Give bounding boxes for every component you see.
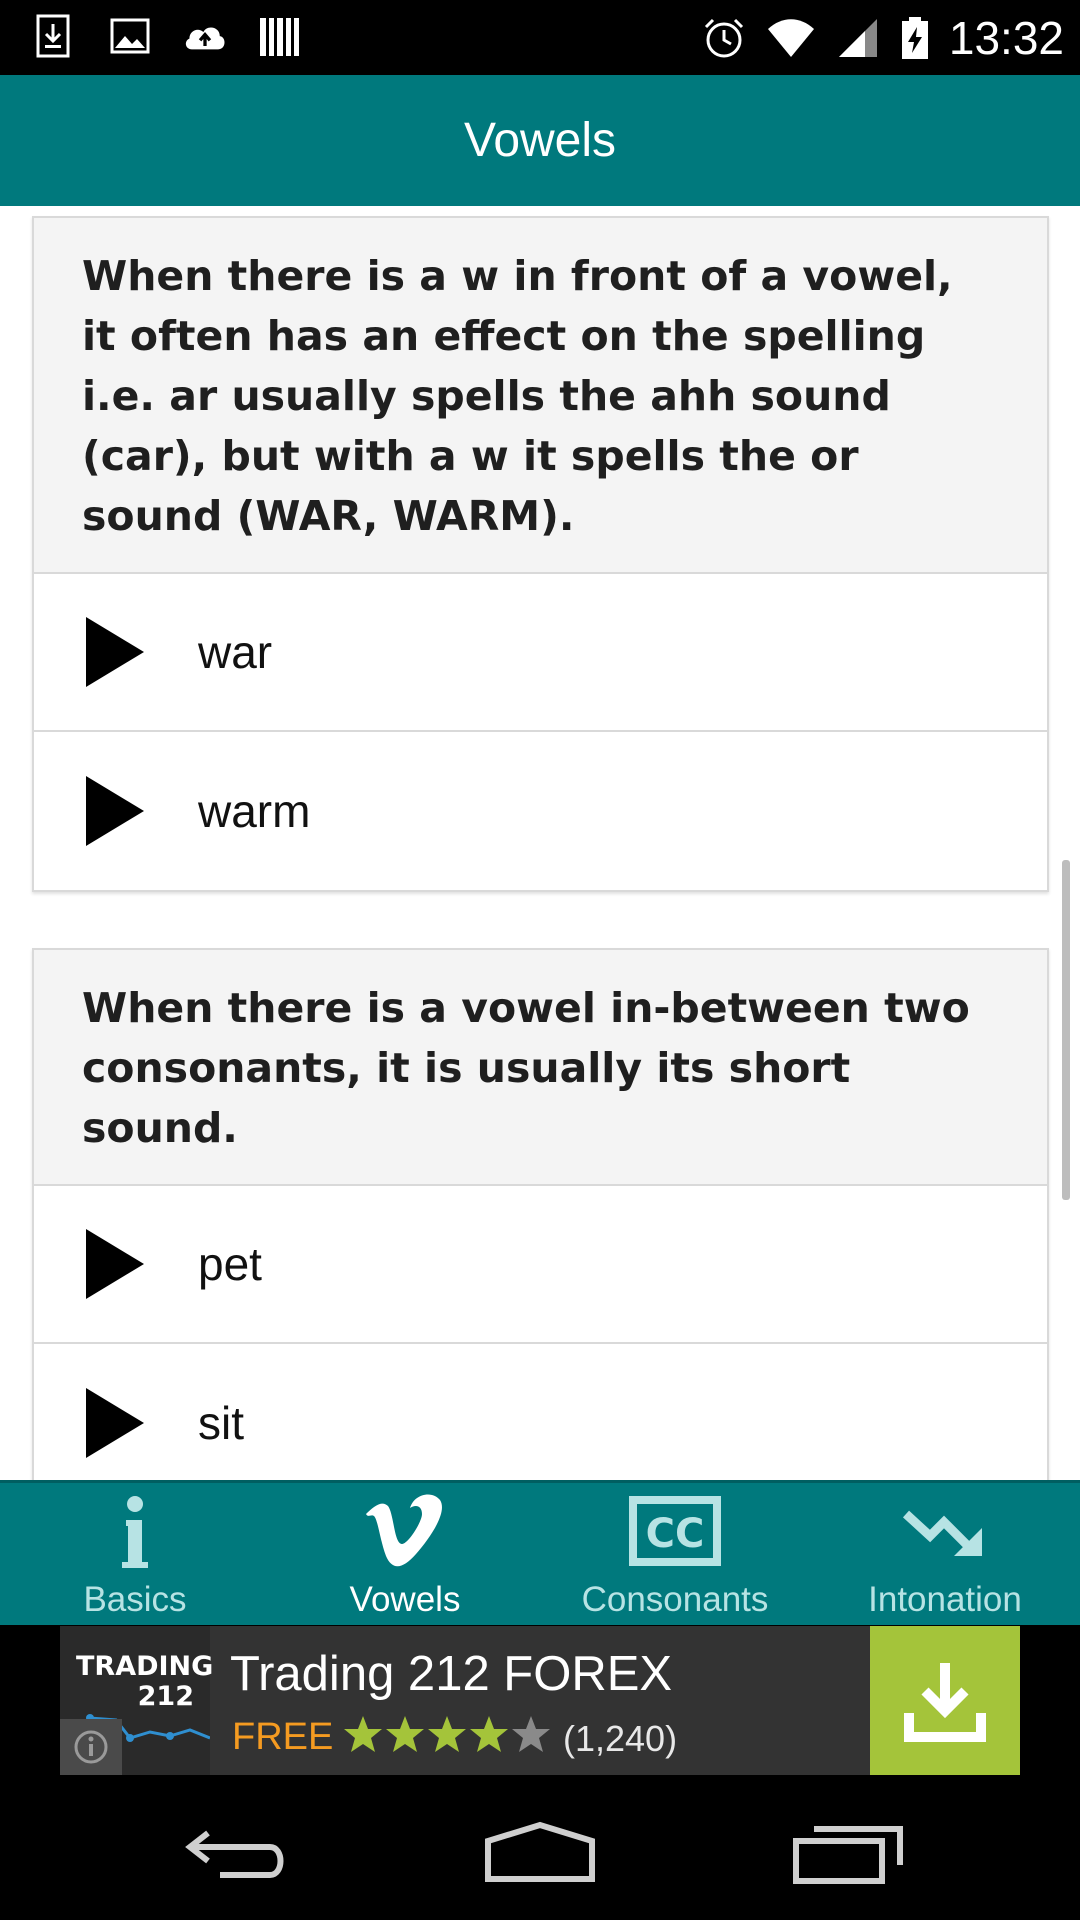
- svg-text:CC: CC: [646, 1511, 705, 1557]
- battery-charging-icon: [901, 17, 928, 59]
- rule-card: When there is a vowel in-between two con…: [32, 948, 1049, 1480]
- ad-price: FREE: [232, 1716, 334, 1758]
- ad-logo: TRADING 212: [60, 1626, 214, 1775]
- word-label: sit: [198, 1397, 244, 1449]
- status-bar: 13:32: [0, 0, 1080, 75]
- app-bar: Vowels: [0, 75, 1080, 206]
- word-label: pet: [198, 1238, 262, 1290]
- system-icons: 13:32: [701, 8, 1064, 68]
- nav-item-consonants[interactable]: CC Consonants: [540, 1483, 810, 1628]
- bottom-nav: Basics Vowels CC Consonants Intonation: [0, 1480, 1080, 1625]
- trend-down-icon: [902, 1510, 982, 1556]
- play-icon[interactable]: [84, 1386, 146, 1460]
- word-label: war: [198, 626, 273, 678]
- vimeo-v-icon: [366, 1494, 442, 1567]
- clock: 13:32: [948, 12, 1064, 64]
- ad-banner[interactable]: TRADING 212 Trading 212 FOREX FREE (1,24…: [60, 1626, 1020, 1775]
- image-icon: [110, 18, 150, 54]
- nav-label: Basics: [83, 1580, 187, 1619]
- closed-caption-icon: CC: [629, 1496, 721, 1566]
- wifi-icon: [767, 19, 814, 57]
- ad-info-button[interactable]: [60, 1719, 122, 1775]
- scrollbar[interactable]: [1062, 860, 1070, 1200]
- ad-area: TRADING 212 Trading 212 FOREX FREE (1,24…: [0, 1625, 1080, 1777]
- system-nav-bar: [0, 1777, 1080, 1920]
- word-row[interactable]: warm: [34, 732, 1047, 890]
- star-filled-icon: [344, 1716, 382, 1752]
- barcode-icon: [260, 18, 299, 56]
- ad-download-button[interactable]: [870, 1626, 1020, 1775]
- notification-icons: [34, 14, 302, 60]
- info-circle-icon: [74, 1730, 108, 1764]
- nav-item-vowels[interactable]: Vowels: [270, 1483, 540, 1628]
- ad-title: Trading 212 FOREX: [230, 1647, 673, 1701]
- rating-count: (1,240): [563, 1718, 678, 1759]
- rule-card: When there is a w in front of a vowel, i…: [32, 216, 1049, 892]
- play-icon[interactable]: [84, 774, 146, 848]
- rating-stars: [343, 1714, 551, 1754]
- home-icon[interactable]: [480, 1817, 600, 1887]
- info-icon: [122, 1496, 148, 1568]
- star-empty-icon: [512, 1716, 550, 1752]
- rule-text: When there is a vowel in-between two con…: [82, 984, 970, 1152]
- nav-item-intonation[interactable]: Intonation: [810, 1483, 1080, 1628]
- alarm-icon: [704, 18, 743, 58]
- ad-logo-line2: 212: [137, 1681, 194, 1712]
- word-row[interactable]: pet: [34, 1186, 1047, 1344]
- content-scroll[interactable]: When there is a w in front of a vowel, i…: [0, 206, 1080, 1480]
- nav-label: Consonants: [581, 1580, 769, 1619]
- nav-label: Vowels: [349, 1580, 461, 1619]
- star-filled-icon: [470, 1716, 508, 1752]
- recent-apps-icon[interactable]: [790, 1817, 910, 1887]
- download-icon: [36, 14, 70, 58]
- back-icon[interactable]: [180, 1817, 300, 1887]
- word-row[interactable]: war: [34, 574, 1047, 732]
- word-label: warm: [198, 785, 311, 837]
- rule-header: When there is a vowel in-between two con…: [34, 950, 1047, 1186]
- page-title: Vowels: [463, 114, 617, 167]
- nav-label: Intonation: [868, 1580, 1022, 1619]
- rule-text: When there is a w in front of a vowel, i…: [82, 252, 953, 540]
- word-row[interactable]: sit: [34, 1344, 1047, 1480]
- star-filled-icon: [428, 1716, 466, 1752]
- ad-logo-line1: TRADING: [76, 1651, 214, 1682]
- star-filled-icon: [386, 1716, 424, 1752]
- cloud-upload-icon: [185, 27, 225, 50]
- play-icon[interactable]: [84, 615, 146, 689]
- ad-logo-text: TRADING 212: [76, 1651, 214, 1712]
- download-icon: [904, 1662, 986, 1742]
- play-icon[interactable]: [84, 1227, 146, 1301]
- nav-item-basics[interactable]: Basics: [0, 1483, 270, 1628]
- rule-header: When there is a w in front of a vowel, i…: [34, 218, 1047, 574]
- signal-icon: [838, 19, 877, 57]
